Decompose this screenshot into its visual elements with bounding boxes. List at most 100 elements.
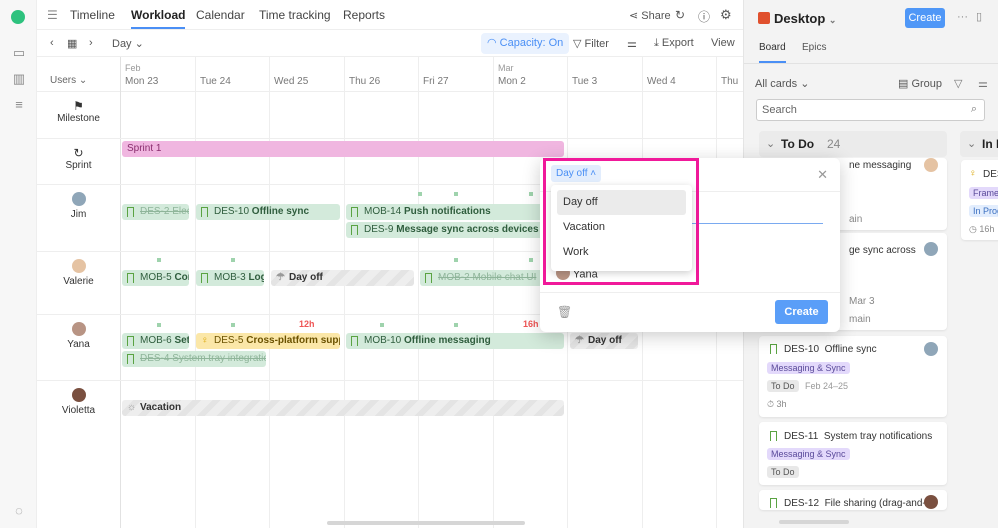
capacity-toggle[interactable]: ◠ Capacity: On — [481, 33, 570, 54]
task-bar[interactable]: DES-2 Elect — [122, 204, 189, 220]
column-header-in-progress[interactable]: ⌄ In P — [960, 131, 998, 157]
chevron-down-icon: ⌄ — [967, 138, 977, 150]
group-button[interactable]: ▤ Group — [898, 77, 942, 90]
estimate-value: 16h — [979, 224, 995, 234]
task-bar[interactable]: MOB-14 Push notifications — [346, 204, 546, 220]
story-icon — [770, 344, 777, 354]
card-remaining: ain — [849, 214, 863, 225]
user-violetta[interactable]: Violetta — [37, 388, 120, 416]
refresh-icon[interactable]: ↻ — [675, 8, 685, 22]
month-feb: Feb — [125, 63, 141, 73]
lightbulb-icon: ♀ — [969, 168, 977, 179]
tab-board[interactable]: Board — [759, 42, 786, 63]
task-title: Sett — [174, 335, 189, 346]
app-logo-icon[interactable] — [11, 10, 25, 24]
next-icon[interactable]: › — [89, 37, 93, 49]
board-card[interactable]: DES-11 System tray notifications Messagi… — [759, 422, 947, 485]
board-icon[interactable]: ▥ — [11, 71, 27, 87]
project-selector[interactable]: Desktop ⌄ — [774, 11, 836, 26]
option-day-off[interactable]: Day off — [557, 190, 686, 215]
sliders-icon[interactable]: ⚌ — [627, 37, 637, 50]
sprint-label: Sprint — [65, 160, 92, 171]
trash-icon[interactable]: 🗑 — [557, 305, 572, 319]
task-title: Offline sync — [251, 206, 310, 217]
export-button[interactable]: ⤓ Export — [654, 37, 694, 50]
filter-icon[interactable]: ▽ — [954, 77, 962, 90]
help-icon[interactable]: ⓘ — [698, 8, 710, 25]
search-placeholder: Search — [762, 104, 797, 116]
task-bar[interactable]: DES-10 Offline sync — [196, 204, 340, 220]
option-vacation[interactable]: Vacation — [557, 215, 686, 240]
day-header: Tue 3 — [572, 76, 598, 87]
task-bar[interactable]: DES-9 Message sync across devices — [346, 222, 546, 238]
sprint-bar[interactable]: Sprint 1 — [122, 141, 564, 157]
collapse-panel-icon[interactable]: ▯ — [976, 10, 982, 23]
tab-workload[interactable]: Workload — [131, 8, 186, 29]
share-button[interactable]: ⋖ Share — [629, 9, 671, 22]
option-work[interactable]: Work — [557, 240, 686, 265]
sliders-icon[interactable]: ⚌ — [978, 77, 988, 90]
tab-calendar[interactable]: Calendar — [196, 8, 245, 22]
task-bar[interactable]: DES-4 System tray integration — [122, 351, 266, 367]
status-tag: In Prog — [969, 205, 998, 217]
menu-icon[interactable]: ☰ — [47, 8, 58, 22]
avatar — [924, 495, 938, 509]
month-mar: Mar — [498, 63, 514, 73]
board-card[interactable]: ♀ DES Framew In Prog ◷ 16h — [961, 160, 998, 240]
prev-icon[interactable]: ‹ — [50, 37, 54, 49]
horizontal-scrollbar[interactable] — [779, 520, 849, 524]
sprint-icon: ↻ — [73, 146, 84, 160]
task-bar[interactable]: MOB-10 Offline messaging — [346, 333, 564, 349]
column-header-todo[interactable]: ⌄ To Do 24 — [759, 131, 947, 157]
filter-button[interactable]: ▽ Filter — [573, 37, 609, 50]
more-icon[interactable]: ··· — [957, 11, 968, 23]
group-label: Group — [911, 78, 943, 90]
tab-timeline[interactable]: Timeline — [70, 8, 115, 22]
create-absence-button[interactable]: Create — [775, 300, 828, 324]
overload-hours: 16h — [523, 319, 539, 329]
users-dropdown[interactable]: Users ⌄ — [50, 75, 87, 86]
export-label: Export — [661, 37, 694, 49]
search-input[interactable]: Search ⌕ — [756, 99, 985, 121]
task-title: Logi — [248, 272, 264, 283]
tab-epics[interactable]: Epics — [802, 42, 826, 53]
milestone-label: Milestone — [57, 113, 100, 124]
story-icon — [201, 273, 208, 283]
board-card[interactable]: DES-10 Offline sync Messaging & Sync To … — [759, 336, 947, 417]
board-card[interactable]: DES-12 File sharing (drag-and- — [759, 490, 947, 510]
task-bar[interactable]: MOB-2 Mobile chat UI — [420, 270, 550, 286]
vacation-bar[interactable]: ☼ Vacation — [122, 400, 564, 416]
day-off-bar[interactable]: ☂ Day off — [271, 270, 414, 286]
column-count: 24 — [827, 137, 841, 151]
day-off-bar[interactable]: ☂ Day off — [570, 333, 638, 349]
day-header: Tue 24 — [200, 76, 231, 87]
view-button[interactable]: View — [711, 37, 735, 49]
tab-reports[interactable]: Reports — [343, 8, 385, 22]
calendar-icon[interactable]: ▦ — [67, 37, 77, 50]
card-estimate: ◷ 16h — [969, 224, 994, 235]
user-jim[interactable]: Jim — [37, 192, 120, 220]
tab-time-tracking[interactable]: Time tracking — [259, 8, 331, 22]
folder-icon[interactable]: ▭ — [11, 45, 27, 61]
card-key: DES — [983, 169, 998, 180]
user-yana[interactable]: Yana — [37, 322, 120, 350]
task-bar[interactable]: MOB-5 Com — [122, 270, 189, 286]
status-tag: To Do — [767, 466, 799, 478]
close-icon[interactable]: ✕ — [817, 167, 828, 183]
task-bar[interactable]: MOB-6 Sett — [122, 333, 189, 349]
settings-icon[interactable]: ⚙ — [720, 7, 732, 23]
task-bar[interactable]: MOB-3 Logi — [196, 270, 264, 286]
task-bar[interactable]: ♀ DES-5 Cross-platform support — [196, 333, 340, 349]
task-title: Elect — [172, 206, 189, 217]
scale-select[interactable]: Day ⌄ — [112, 37, 144, 50]
cards-filter[interactable]: All cards ⌄ — [755, 77, 809, 90]
create-button[interactable]: Create — [905, 8, 945, 28]
filter-lines-icon[interactable]: ≡ — [11, 97, 27, 113]
card-title: System tray notifications — [823, 431, 933, 442]
task-key: DES-2 — [140, 206, 170, 217]
umbrella-icon: ☂ — [575, 335, 584, 346]
horizontal-scrollbar[interactable] — [327, 521, 525, 525]
user-valerie[interactable]: Valerie — [37, 259, 120, 287]
chat-icon[interactable]: ◌ — [11, 503, 27, 519]
task-key: MOB-3 — [214, 272, 246, 283]
